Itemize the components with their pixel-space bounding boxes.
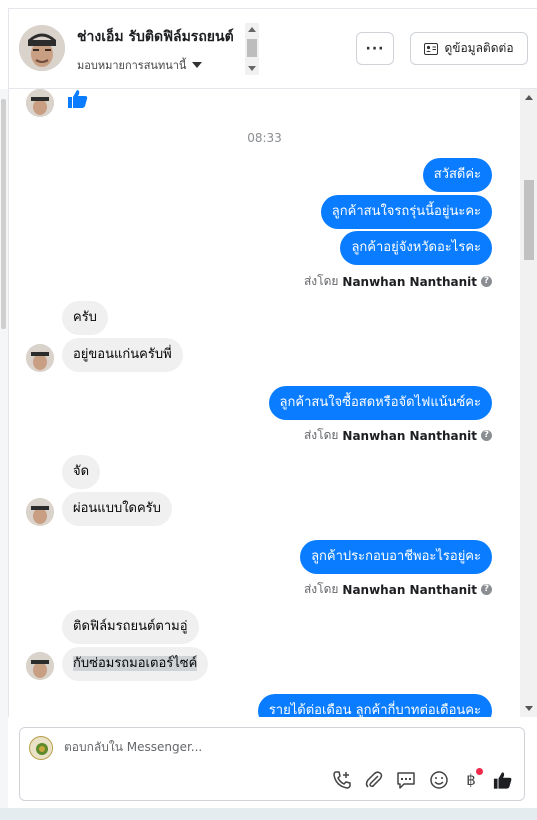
sent-by-label: ส่งโดย Nanwhan Nanthanit ? bbox=[304, 426, 492, 445]
help-icon[interactable]: ? bbox=[481, 584, 492, 595]
outgoing-message[interactable]: ลูกค้าอยู่จังหวัดอะไรคะ bbox=[340, 231, 492, 265]
scroll-thumb[interactable] bbox=[524, 180, 534, 260]
outgoing-message[interactable]: รายได้ต่อเดือน ลูกค้ากี่บาทต่อเดือนคะ bbox=[257, 694, 492, 717]
saved-replies-icon[interactable] bbox=[395, 769, 417, 791]
attachment-icon[interactable] bbox=[363, 769, 385, 791]
reply-box[interactable]: ฿ bbox=[19, 727, 525, 801]
page-scrollbar[interactable] bbox=[0, 89, 8, 820]
more-options-button[interactable]: ··· bbox=[356, 32, 394, 65]
incoming-message[interactable]: จัด bbox=[62, 455, 101, 489]
page-title: ช่างเอ็ม รับติดฟิล์มรถยนต์ bbox=[77, 29, 234, 45]
help-icon[interactable]: ? bbox=[481, 430, 492, 441]
timestamp: 08:33 bbox=[247, 131, 282, 145]
incoming-message[interactable]: ติดฟิล์มรถยนต์ตามอู่ bbox=[62, 610, 199, 644]
message-input[interactable] bbox=[64, 740, 494, 754]
outgoing-message[interactable]: ลูกค้าประกอบอาชีพอะไรอยู่คะ bbox=[300, 540, 492, 574]
scroll-up-icon[interactable] bbox=[248, 27, 256, 32]
sent-by-label: ส่งโดย Nanwhan Nanthanit ? bbox=[304, 272, 492, 291]
payment-icon[interactable]: ฿ bbox=[460, 768, 483, 791]
incoming-message[interactable]: อยู่ขอนแก่นครับพี่ bbox=[62, 338, 183, 372]
window-bottom-edge bbox=[0, 808, 537, 820]
conversation-header: ช่างเอ็ม รับติดฟิล์มรถยนต์ มอบหมายการสนท… bbox=[8, 8, 537, 89]
page-avatar bbox=[29, 736, 53, 760]
sent-by-label: ส่งโดย Nanwhan Nanthanit ? bbox=[304, 580, 492, 599]
scroll-thumb[interactable] bbox=[247, 39, 257, 57]
customer-avatar-small bbox=[26, 344, 54, 372]
assign-label: มอบหมายการสนทนานี้ bbox=[77, 59, 187, 72]
title-scrollbar[interactable] bbox=[245, 23, 259, 75]
messenger-inbox-panel: ช่างเอ็ม รับติดฟิล์มรถยนต์ มอบหมายการสนท… bbox=[0, 0, 537, 820]
agent-name: Nanwhan Nanthanit bbox=[342, 428, 477, 443]
customer-avatar[interactable] bbox=[19, 25, 65, 71]
agent-name: Nanwhan Nanthanit bbox=[342, 582, 477, 597]
thumbs-up-icon bbox=[68, 90, 88, 108]
message-thread[interactable]: 08:33 สวัสดีค่ะ ลูกค้าสนใจรถรุ่นนี้อยู่น… bbox=[8, 89, 537, 717]
view-contact-label: ดูข้อมูลติดต่อ bbox=[444, 41, 514, 55]
baht-icon: ฿ bbox=[466, 771, 476, 789]
sent-by-prefix: ส่งโดย bbox=[303, 274, 339, 288]
send-like-icon[interactable] bbox=[492, 769, 514, 791]
view-contact-button[interactable]: ดูข้อมูลติดต่อ bbox=[410, 32, 528, 65]
customer-avatar-small bbox=[26, 652, 54, 680]
sent-by-prefix: ส่งโดย bbox=[303, 582, 339, 596]
incoming-message[interactable]: กับซ่อมรถมอเตอร์ไซค์ bbox=[62, 647, 209, 681]
outgoing-message[interactable]: ลูกค้าสนใจซื้อสดหรือจัดไฟแน้นซ์คะ bbox=[268, 386, 492, 420]
scroll-down-icon[interactable] bbox=[248, 66, 256, 71]
composer-area: ฿ bbox=[8, 717, 537, 820]
assign-conversation-dropdown[interactable]: มอบหมายการสนทนานี้ bbox=[77, 56, 203, 74]
agent-name: Nanwhan Nanthanit bbox=[342, 274, 477, 289]
scroll-up-icon[interactable] bbox=[525, 95, 533, 100]
contact-card-icon bbox=[424, 42, 439, 55]
outgoing-message[interactable]: ลูกค้าสนใจรถรุ่นนี้อยู่นะคะ bbox=[320, 195, 492, 229]
customer-avatar-small bbox=[26, 89, 54, 117]
caret-down-icon bbox=[192, 62, 203, 68]
emoji-icon[interactable] bbox=[428, 769, 450, 791]
page-scroll-thumb[interactable] bbox=[1, 99, 6, 329]
scroll-down-icon[interactable] bbox=[525, 706, 533, 711]
selected-text[interactable]: กับซ่อมรถมอเตอร์ไซค์ bbox=[73, 656, 198, 671]
customer-avatar-small bbox=[26, 498, 54, 526]
add-contact-icon[interactable] bbox=[331, 769, 353, 791]
incoming-message[interactable]: ผ่อนแบบใดครับ bbox=[62, 492, 172, 526]
incoming-message[interactable]: ครับ bbox=[62, 301, 108, 335]
sent-by-prefix: ส่งโดย bbox=[303, 428, 339, 442]
notification-dot bbox=[476, 768, 483, 775]
chat-scrollbar[interactable] bbox=[520, 89, 537, 717]
help-icon[interactable]: ? bbox=[481, 276, 492, 287]
outgoing-message[interactable]: สวัสดีค่ะ bbox=[422, 158, 492, 192]
